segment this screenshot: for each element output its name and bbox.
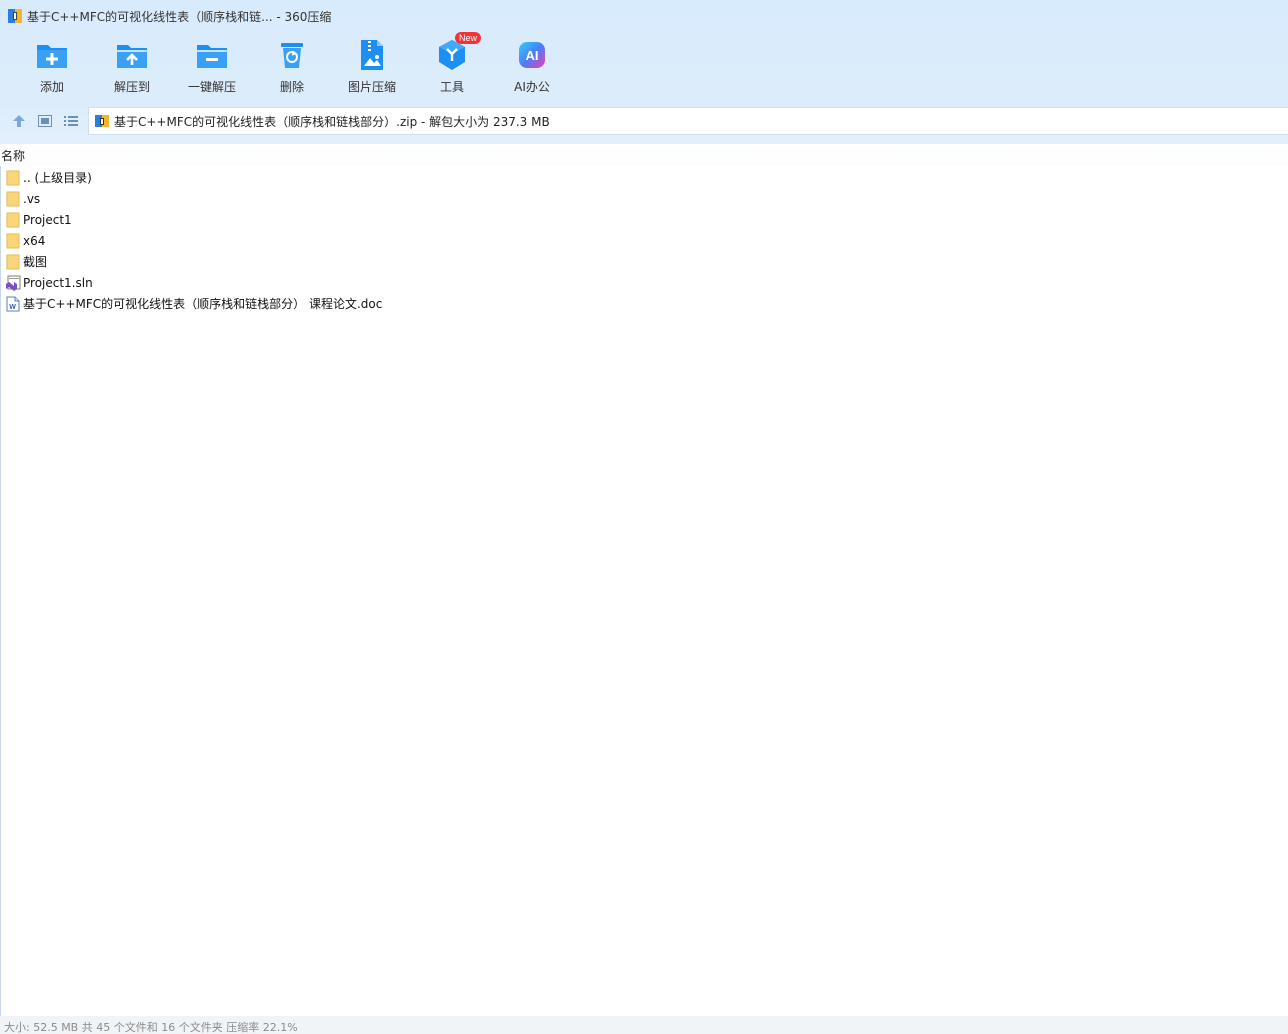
image-compress-button[interactable]: 图片压缩 — [332, 36, 412, 100]
list-item-folder[interactable]: .vs — [0, 188, 1288, 209]
status-text: 大小: 52.5 MB 共 45 个文件和 16 个文件夹 压缩率 22.1% — [4, 1021, 298, 1034]
list-item-file[interactable]: Project1.sln — [0, 272, 1288, 293]
svg-text:AI: AI — [526, 48, 539, 63]
address-path: 基于C++MFC的可视化线性表（顺序栈和链栈部分）.zip - 解包大小为 23… — [114, 114, 550, 129]
list-item-folder[interactable]: x64 — [0, 230, 1288, 251]
thumbnail-view-button[interactable] — [34, 110, 56, 132]
extract-to-label: 解压到 — [113, 80, 150, 94]
toolbar: 添加 解压到 一键解压 删除 图片压缩 New 工具 AI AI办公 — [12, 32, 572, 100]
folder-icon — [5, 254, 21, 270]
status-bar: 大小: 52.5 MB 共 45 个文件和 16 个文件夹 压缩率 22.1% — [0, 1016, 1288, 1034]
file-name: .. (上级目录) — [23, 171, 92, 185]
folder-icon — [5, 170, 21, 186]
delete-button[interactable]: 删除 — [252, 36, 332, 100]
image-compress-icon — [355, 38, 389, 72]
folder-icon — [5, 191, 21, 207]
arrow-up-icon — [13, 115, 25, 127]
up-level-button[interactable] — [8, 110, 30, 132]
header-area: 基于C++MFC的可视化线性表（顺序栈和链... - 360压缩 添加 解压到 … — [0, 0, 1288, 144]
one-click-extract-icon — [195, 38, 229, 72]
add-label: 添加 — [39, 80, 64, 94]
tools-label: 工具 — [439, 80, 464, 94]
file-name: 截图 — [23, 255, 48, 269]
add-button[interactable]: 添加 — [12, 36, 92, 100]
folder-icon — [5, 233, 21, 249]
extract-to-button[interactable]: 解压到 — [92, 36, 172, 100]
list-item-folder[interactable]: Project1 — [0, 209, 1288, 230]
column-name-label: 名称 — [1, 148, 26, 163]
file-name: x64 — [23, 233, 46, 248]
window-title: 基于C++MFC的可视化线性表（顺序栈和链... - 360压缩 — [27, 9, 332, 24]
zip-archive-icon — [95, 114, 109, 128]
list-item-file[interactable]: W 基于C++MFC的可视化线性表（顺序栈和链栈部分） 课程论文.doc — [0, 293, 1288, 314]
recycle-bin-icon — [275, 38, 309, 72]
ai-office-button[interactable]: AI AI办公 — [492, 36, 572, 100]
ai-office-icon: AI — [515, 38, 549, 72]
thumbnail-view-icon — [38, 115, 52, 127]
add-folder-icon — [35, 38, 69, 72]
folder-icon — [5, 212, 21, 228]
file-name: Project1.sln — [23, 275, 93, 290]
visual-studio-solution-icon — [5, 275, 21, 291]
extract-to-icon — [115, 38, 149, 72]
app-window: 基于C++MFC的可视化线性表（顺序栈和链... - 360压缩 添加 解压到 … — [0, 0, 1288, 1034]
word-document-icon: W — [5, 296, 21, 312]
file-name: 基于C++MFC的可视化线性表（顺序栈和链栈部分） 课程论文.doc — [23, 297, 383, 311]
title-bar: 基于C++MFC的可视化线性表（顺序栈和链... - 360压缩 — [0, 0, 1288, 32]
address-bar[interactable]: 基于C++MFC的可视化线性表（顺序栈和链栈部分）.zip - 解包大小为 23… — [88, 107, 1288, 135]
delete-label: 删除 — [279, 80, 304, 94]
image-compress-label: 图片压缩 — [347, 80, 396, 94]
column-header-name[interactable]: 名称 — [0, 144, 1288, 166]
list-view-button[interactable] — [60, 110, 82, 132]
file-list: .. (上级目录) .vs Project1 x64 截图 Project1.s… — [0, 167, 1288, 314]
new-badge: New — [455, 32, 482, 44]
file-name: Project1 — [23, 212, 72, 227]
list-item-parent-dir[interactable]: .. (上级目录) — [0, 167, 1288, 188]
one-click-extract-label: 一键解压 — [187, 80, 236, 94]
address-row: 基于C++MFC的可视化线性表（顺序栈和链栈部分）.zip - 解包大小为 23… — [0, 106, 1288, 136]
tools-button[interactable]: New 工具 — [412, 32, 492, 100]
list-view-icon — [64, 116, 78, 126]
list-item-folder[interactable]: 截图 — [0, 251, 1288, 272]
ai-office-label: AI办公 — [514, 80, 550, 94]
svg-text:W: W — [9, 304, 16, 311]
file-name: .vs — [23, 191, 41, 206]
one-click-extract-button[interactable]: 一键解压 — [172, 36, 252, 100]
app-logo-icon — [8, 9, 22, 23]
